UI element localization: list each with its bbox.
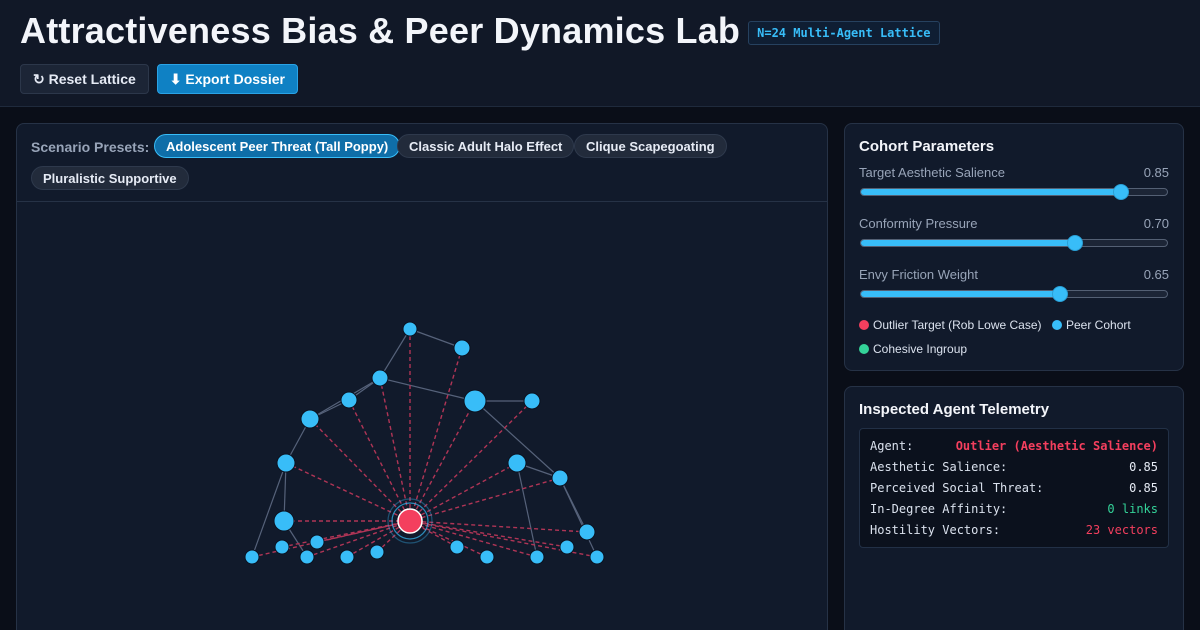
- legend-outlier-target: Outlier Target (Rob Lowe Case): [859, 318, 1042, 332]
- telemetry-value: 23 vectors: [1085, 523, 1158, 537]
- peer-node[interactable]: [274, 539, 290, 555]
- telemetry-readout: Agent: Outlier (Aesthetic Salience) Aest…: [859, 428, 1169, 548]
- legend-label-outlier: Outlier Target (Rob Lowe Case): [873, 318, 1042, 332]
- peer-node[interactable]: [523, 392, 541, 410]
- title-row: Attractiveness Bias & Peer Dynamics Lab …: [20, 10, 940, 52]
- app-header: Attractiveness Bias & Peer Dynamics Lab …: [0, 0, 1200, 107]
- scenario-presets-bar: Scenario Presets: Adolescent Peer Threat…: [17, 124, 827, 202]
- telemetry-key: Hostility Vectors:: [870, 523, 1001, 537]
- legend-cohesive-ingroup: Cohesive Ingroup: [859, 342, 967, 356]
- peer-node[interactable]: [479, 549, 495, 565]
- peer-node[interactable]: [507, 453, 527, 473]
- cohort-parameters-title: Cohort Parameters: [859, 138, 995, 155]
- aesthetic-salience-label: Target Aesthetic Salience: [859, 165, 1005, 180]
- telemetry-value: 0.85: [1129, 481, 1158, 495]
- peer-node[interactable]: [309, 534, 325, 550]
- preset-chip-tall-poppy[interactable]: Adolescent Peer Threat (Tall Poppy): [154, 134, 401, 158]
- legend-label-peer: Peer Cohort: [1066, 318, 1131, 332]
- hostility-edge: [285, 462, 411, 522]
- slider-thumb[interactable]: [1051, 286, 1068, 302]
- scenario-presets-label: Scenario Presets:: [31, 139, 150, 155]
- telemetry-key: In-Degree Affinity:: [870, 502, 1008, 516]
- peer-node[interactable]: [244, 549, 260, 565]
- peer-node[interactable]: [453, 339, 471, 357]
- peer-node[interactable]: [371, 369, 389, 387]
- lattice-size-badge: N=24 Multi-Agent Lattice: [748, 21, 940, 45]
- node-layer: [244, 321, 605, 565]
- hostility-edge: [348, 399, 411, 522]
- slider-fill: [861, 291, 1060, 297]
- conformity-pressure-slider[interactable]: [860, 235, 1168, 251]
- edge-layer: [251, 328, 598, 558]
- peer-node[interactable]: [449, 539, 465, 555]
- telemetry-row-agent: Agent: Outlier (Aesthetic Salience): [870, 439, 1158, 453]
- envy-friction-value: 0.65: [1143, 267, 1169, 282]
- cohort-parameters-card: Cohort Parameters Target Aesthetic Salie…: [844, 123, 1184, 371]
- telemetry-row-aesthetic-salience: Aesthetic Salience: 0.85: [870, 460, 1158, 474]
- legend-dot-ingroup: [859, 344, 869, 354]
- lattice-graph-area[interactable]: [17, 202, 828, 630]
- telemetry-row-in-degree: In-Degree Affinity: 0 links: [870, 502, 1158, 516]
- preset-chip-halo-effect[interactable]: Classic Adult Halo Effect: [397, 134, 575, 158]
- peer-edge: [379, 377, 476, 402]
- telemetry-key: Agent:: [870, 439, 914, 453]
- peer-node[interactable]: [559, 539, 575, 555]
- peer-node[interactable]: [340, 391, 358, 409]
- peer-edge: [379, 328, 411, 379]
- aesthetic-salience-slider[interactable]: [860, 184, 1168, 200]
- peer-node[interactable]: [276, 453, 296, 473]
- telemetry-value: Outlier (Aesthetic Salience): [955, 439, 1158, 453]
- telemetry-row-hostility: Hostility Vectors: 23 vectors: [870, 523, 1158, 537]
- slider-fill: [861, 189, 1122, 195]
- export-dossier-button[interactable]: ⬇ Export Dossier: [156, 64, 298, 94]
- peer-node[interactable]: [578, 523, 596, 541]
- legend-peer-cohort: Peer Cohort: [1052, 318, 1131, 332]
- peer-node[interactable]: [299, 549, 315, 565]
- peer-node[interactable]: [273, 510, 295, 532]
- envy-friction-label: Envy Friction Weight: [859, 267, 978, 282]
- conformity-pressure-value: 0.70: [1143, 216, 1169, 231]
- telemetry-value: 0 links: [1107, 502, 1158, 516]
- conformity-pressure-label: Conformity Pressure: [859, 216, 978, 231]
- peer-node[interactable]: [589, 549, 605, 565]
- telemetry-key: Aesthetic Salience:: [870, 460, 1008, 474]
- slider-thumb[interactable]: [1113, 184, 1130, 200]
- telemetry-row-social-threat: Perceived Social Threat: 0.85: [870, 481, 1158, 495]
- outlier-target-node[interactable]: [397, 508, 423, 534]
- preset-chip-clique-scapegoating[interactable]: Clique Scapegoating: [574, 134, 727, 158]
- agent-telemetry-card: Inspected Agent Telemetry Agent: Outlier…: [844, 386, 1184, 630]
- lattice-graph[interactable]: [17, 202, 828, 630]
- peer-node[interactable]: [529, 549, 545, 565]
- slider-fill: [861, 240, 1076, 246]
- page-title: Attractiveness Bias & Peer Dynamics Lab: [20, 10, 741, 51]
- slider-thumb[interactable]: [1067, 235, 1084, 251]
- legend-dot-peer: [1052, 320, 1062, 330]
- reset-lattice-button[interactable]: ↻ Reset Lattice: [20, 64, 149, 94]
- preset-chip-pluralistic-supportive[interactable]: Pluralistic Supportive: [31, 166, 189, 190]
- legend-label-ingroup: Cohesive Ingroup: [873, 342, 968, 356]
- toolbar: ↻ Reset Lattice ⬇ Export Dossier: [20, 64, 298, 94]
- peer-node[interactable]: [339, 549, 355, 565]
- peer-node[interactable]: [369, 544, 385, 560]
- aesthetic-salience-value: 0.85: [1143, 165, 1169, 180]
- peer-node[interactable]: [463, 389, 487, 413]
- legend-dot-outlier: [859, 320, 869, 330]
- envy-friction-slider[interactable]: [860, 286, 1168, 302]
- telemetry-value: 0.85: [1129, 460, 1158, 474]
- peer-node[interactable]: [551, 469, 569, 487]
- peer-node[interactable]: [300, 409, 320, 429]
- telemetry-key: Perceived Social Threat:: [870, 481, 1044, 495]
- peer-node[interactable]: [402, 321, 418, 337]
- agent-telemetry-title: Inspected Agent Telemetry: [859, 401, 1050, 418]
- simulation-panel: Scenario Presets: Adolescent Peer Threat…: [16, 123, 828, 630]
